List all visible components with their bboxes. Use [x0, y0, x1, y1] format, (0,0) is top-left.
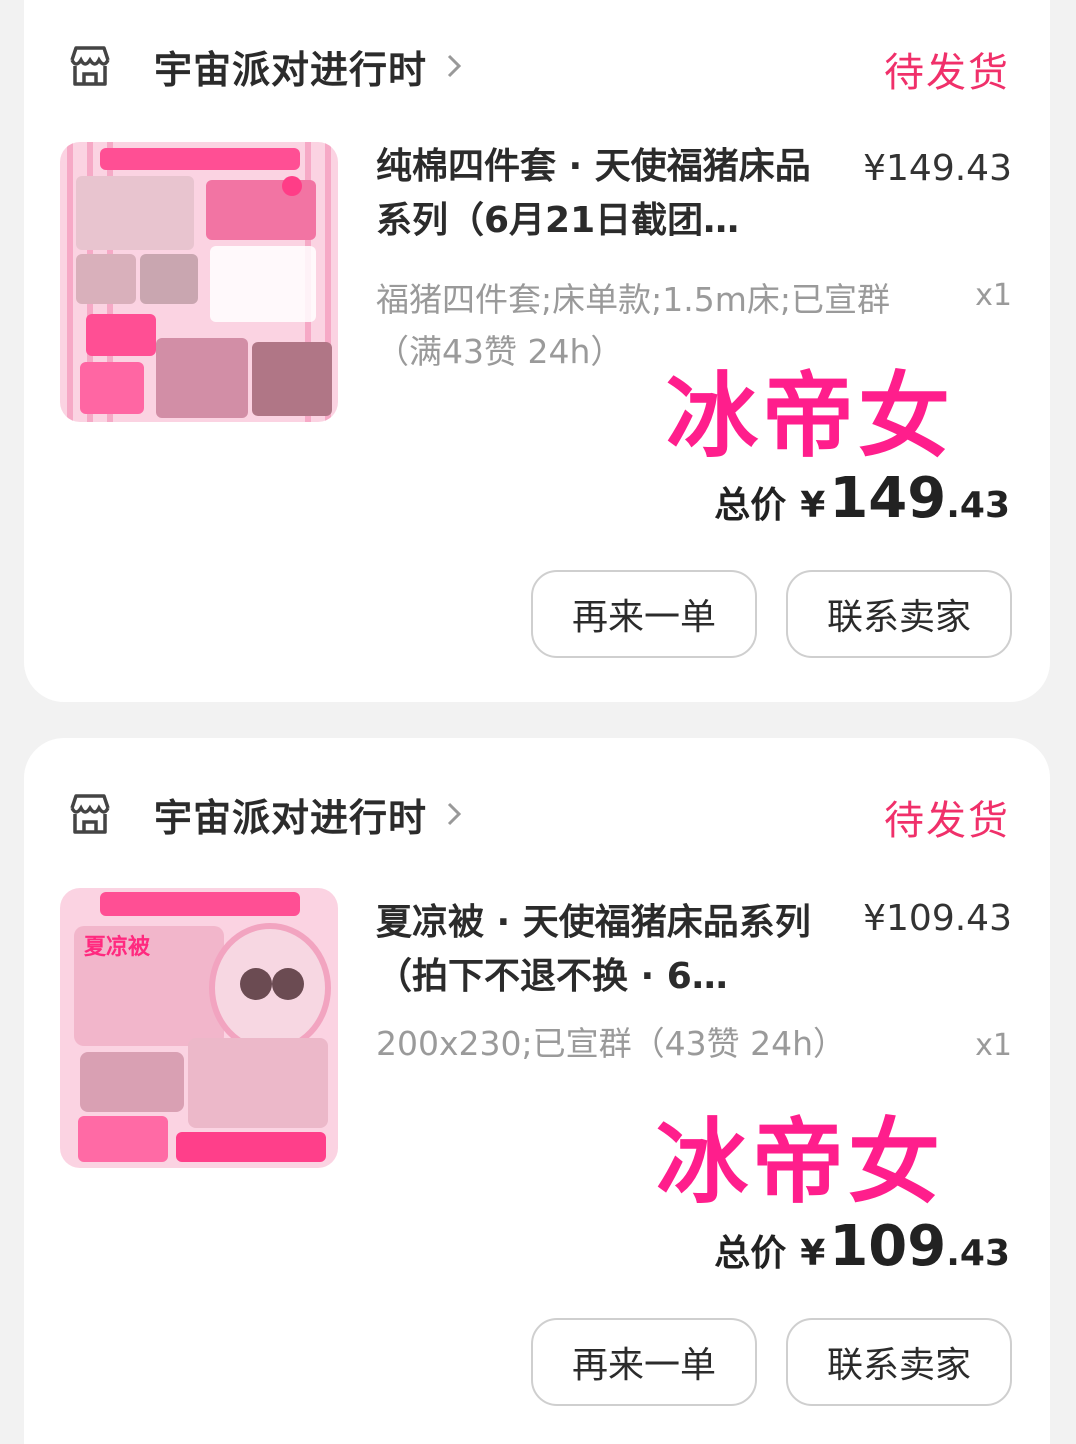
order-card[interactable]: 宇宙派对进行时 待发货 夏凉被 夏凉被 · 天使福猪床品系列（拍下不退不换 · … — [24, 738, 1050, 1444]
product-image — [60, 142, 338, 422]
order-total: 总价 ¥ 149 .43 — [714, 466, 1010, 531]
total-integer: 109 — [829, 1214, 947, 1279]
quantity: x1 — [975, 1028, 1012, 1063]
reorder-button[interactable]: 再来一单 — [531, 570, 757, 658]
order-status: 待发货 — [884, 798, 1010, 844]
overlay-stamp-text: 冰帝女 — [666, 363, 955, 470]
shop-name: 宇宙派对进行时 — [154, 795, 428, 840]
order-status: 待发货 — [884, 50, 1010, 96]
total-label: 总价 — [714, 485, 787, 526]
product-image: 夏凉被 — [60, 888, 338, 1168]
product-thumbnail[interactable] — [60, 142, 338, 422]
quantity: x1 — [975, 278, 1012, 313]
product-spec: 200x230;已宣群（43赞 24h） — [376, 1024, 847, 1063]
unit-price: ¥109.43 — [863, 898, 1012, 939]
order-card[interactable]: 宇宙派对进行时 待发货 纯棉四件套 · 天使福猪床品系列（6月21日截团… ¥1… — [24, 0, 1050, 702]
total-currency: ¥ — [800, 1233, 826, 1274]
chevron-right-icon — [447, 802, 462, 826]
reorder-button[interactable]: 再来一单 — [531, 1318, 757, 1406]
product-title[interactable]: 纯棉四件套 · 天使福猪床品系列（6月21日截团… — [376, 140, 816, 248]
total-integer: 149 — [829, 466, 947, 531]
total-decimal: .43 — [946, 1233, 1010, 1274]
chevron-right-icon — [447, 54, 462, 78]
total-decimal: .43 — [946, 485, 1010, 526]
total-currency: ¥ — [800, 485, 826, 526]
contact-seller-button[interactable]: 联系卖家 — [786, 1318, 1012, 1406]
shop-header[interactable]: 宇宙派对进行时 — [64, 784, 463, 844]
product-title[interactable]: 夏凉被 · 天使福猪床品系列（拍下不退不换 · 6… — [376, 896, 816, 1004]
product-thumbnail[interactable]: 夏凉被 — [60, 888, 338, 1168]
store-icon — [70, 46, 110, 86]
order-total: 总价 ¥ 109 .43 — [714, 1214, 1010, 1279]
unit-price: ¥149.43 — [863, 148, 1012, 189]
total-label: 总价 — [714, 1233, 787, 1274]
store-icon — [70, 794, 110, 834]
contact-seller-button[interactable]: 联系卖家 — [786, 570, 1012, 658]
shop-header[interactable]: 宇宙派对进行时 — [64, 36, 463, 96]
overlay-stamp-text: 冰帝女 — [656, 1109, 945, 1216]
svg-text:夏凉被: 夏凉被 — [84, 934, 151, 960]
shop-name: 宇宙派对进行时 — [154, 47, 428, 92]
